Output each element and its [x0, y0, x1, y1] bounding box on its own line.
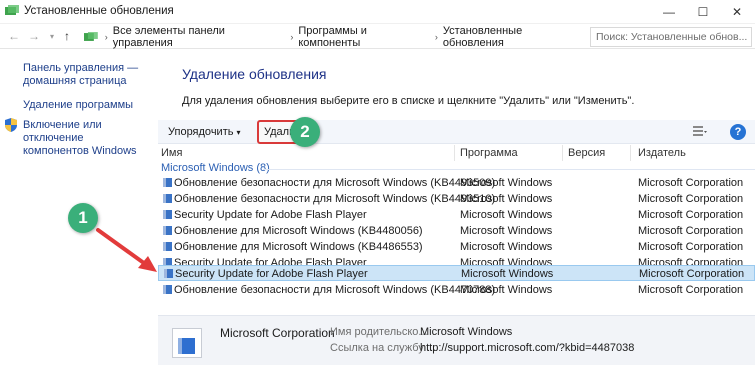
- row-name: Обновление для Microsoft Windows (KB4486…: [174, 241, 423, 253]
- update-icon: [163, 226, 172, 235]
- update-icon: [163, 242, 172, 251]
- update-large-icon: [172, 328, 202, 358]
- row-program: Microsoft Windows: [460, 284, 553, 296]
- row-program: Microsoft Windows: [460, 241, 553, 253]
- sidebar-item-features[interactable]: Включение или отключение компонентов Win…: [23, 119, 148, 158]
- details-publisher: Microsoft Corporation: [220, 326, 335, 340]
- details-parent-label: Имя родительско...: [330, 326, 428, 338]
- row-publisher: Microsoft Corporation: [638, 209, 744, 221]
- organize-label: Упорядочить: [168, 126, 234, 138]
- minimize-button[interactable]: —: [652, 0, 686, 24]
- help-icon[interactable]: ?: [730, 124, 746, 140]
- sidebar-item-home[interactable]: Панель управления — домашняя страница: [23, 62, 143, 88]
- table-row[interactable]: Обновление для Microsoft Windows (KB4486…: [158, 239, 755, 255]
- update-icon: [163, 178, 172, 187]
- details-parent-value: Microsoft Windows: [420, 326, 513, 338]
- details-pane: Microsoft Corporation Имя родительско...…: [158, 315, 755, 365]
- column-header-name[interactable]: Имя: [161, 147, 182, 159]
- table-row[interactable]: Обновление безопасности для Microsoft Wi…: [158, 191, 755, 207]
- breadcrumb-item[interactable]: Все элементы панели управления: [113, 25, 286, 49]
- table-row[interactable]: Обновление безопасности для Microsoft Wi…: [158, 175, 755, 191]
- details-support-link[interactable]: http://support.microsoft.com/?kbid=44870…: [420, 342, 634, 354]
- row-name: Security Update for Adobe Flash Player: [175, 268, 368, 280]
- row-publisher: Microsoft Corporation: [638, 193, 744, 205]
- row-name: Обновление безопасности для Microsoft Wi…: [174, 177, 496, 189]
- row-publisher: Microsoft Corporation: [638, 284, 744, 296]
- row-program: Microsoft Windows: [460, 193, 553, 205]
- organize-button[interactable]: Упорядочить ▾: [168, 126, 241, 138]
- row-publisher: Microsoft Corporation: [638, 225, 744, 237]
- column-header-publisher[interactable]: Издатель: [638, 147, 686, 159]
- column-divider[interactable]: [630, 145, 631, 161]
- table-row-selected[interactable]: Security Update for Adobe Flash Player M…: [158, 265, 755, 281]
- row-program: Microsoft Windows: [460, 225, 553, 237]
- column-divider[interactable]: [454, 145, 455, 161]
- table-row[interactable]: Security Update for Adobe Flash Player M…: [158, 207, 755, 223]
- step-badge-1: 1: [68, 203, 98, 233]
- row-publisher: Microsoft Corporation: [639, 268, 745, 280]
- chevron-right-icon[interactable]: ›: [105, 32, 108, 42]
- chevron-right-icon[interactable]: ›: [290, 32, 293, 42]
- view-options-icon[interactable]: [693, 126, 707, 138]
- update-icon: [164, 269, 173, 278]
- back-arrow-icon[interactable]: ←: [8, 29, 20, 43]
- column-header-program[interactable]: Программа: [460, 147, 518, 159]
- control-panel-small-icon: [84, 32, 98, 41]
- update-icon: [163, 210, 172, 219]
- step-badge-2: 2: [290, 117, 320, 147]
- row-program: Microsoft Windows: [461, 268, 554, 280]
- sidebar-item-uninstall[interactable]: Удаление программы: [23, 99, 133, 112]
- row-publisher: Microsoft Corporation: [638, 241, 744, 253]
- title-bar: Установленные обновления — ☐ ✕: [0, 0, 755, 24]
- breadcrumb-item[interactable]: Программы и компоненты: [298, 25, 430, 49]
- breadcrumb[interactable]: › Все элементы панели управления › Прогр…: [84, 25, 584, 49]
- maximize-button[interactable]: ☐: [686, 0, 720, 24]
- update-icon: [163, 194, 172, 203]
- column-header-version[interactable]: Версия: [568, 147, 605, 159]
- row-program: Microsoft Windows: [460, 209, 553, 221]
- chevron-right-icon[interactable]: ›: [435, 32, 438, 42]
- close-button[interactable]: ✕: [720, 0, 754, 24]
- group-header[interactable]: Microsoft Windows (8): [161, 162, 270, 174]
- row-publisher: Microsoft Corporation: [638, 177, 744, 189]
- window-title: Установленные обновления: [24, 5, 174, 17]
- column-headers: Имя Программа Версия Издатель: [158, 145, 755, 161]
- recent-chevron-icon[interactable]: ▾: [50, 32, 54, 41]
- toolbar: Упорядочить ▾ Удалить ?: [158, 120, 755, 144]
- dropdown-arrow-icon: ▾: [236, 128, 241, 137]
- page-title: Удаление обновления: [182, 66, 327, 82]
- row-name: Обновление для Microsoft Windows (KB4480…: [174, 225, 423, 237]
- up-arrow-icon[interactable]: ↑: [64, 29, 70, 43]
- row-name: Обновление безопасности для Microsoft Wi…: [174, 193, 496, 205]
- page-description: Для удаления обновления выберите его в с…: [182, 95, 635, 107]
- control-panel-icon: [5, 5, 19, 15]
- group-divider: [263, 169, 755, 170]
- update-icon: [163, 285, 172, 294]
- forward-arrow-icon[interactable]: →: [28, 29, 40, 43]
- address-bar: ← → ▾ ↑ › Все элементы панели управления…: [0, 25, 755, 49]
- table-row[interactable]: Обновление для Microsoft Windows (KB4480…: [158, 223, 755, 239]
- breadcrumb-item[interactable]: Установленные обновления: [443, 25, 584, 49]
- table-row[interactable]: Обновление безопасности для Microsoft Wi…: [158, 282, 755, 298]
- row-name: Обновление безопасности для Microsoft Wi…: [174, 284, 496, 296]
- row-name: Security Update for Adobe Flash Player: [174, 209, 367, 221]
- search-input[interactable]: Поиск: Установленные обнов...: [590, 27, 752, 47]
- column-divider[interactable]: [562, 145, 563, 161]
- row-program: Microsoft Windows: [460, 177, 553, 189]
- shield-icon: [5, 118, 17, 132]
